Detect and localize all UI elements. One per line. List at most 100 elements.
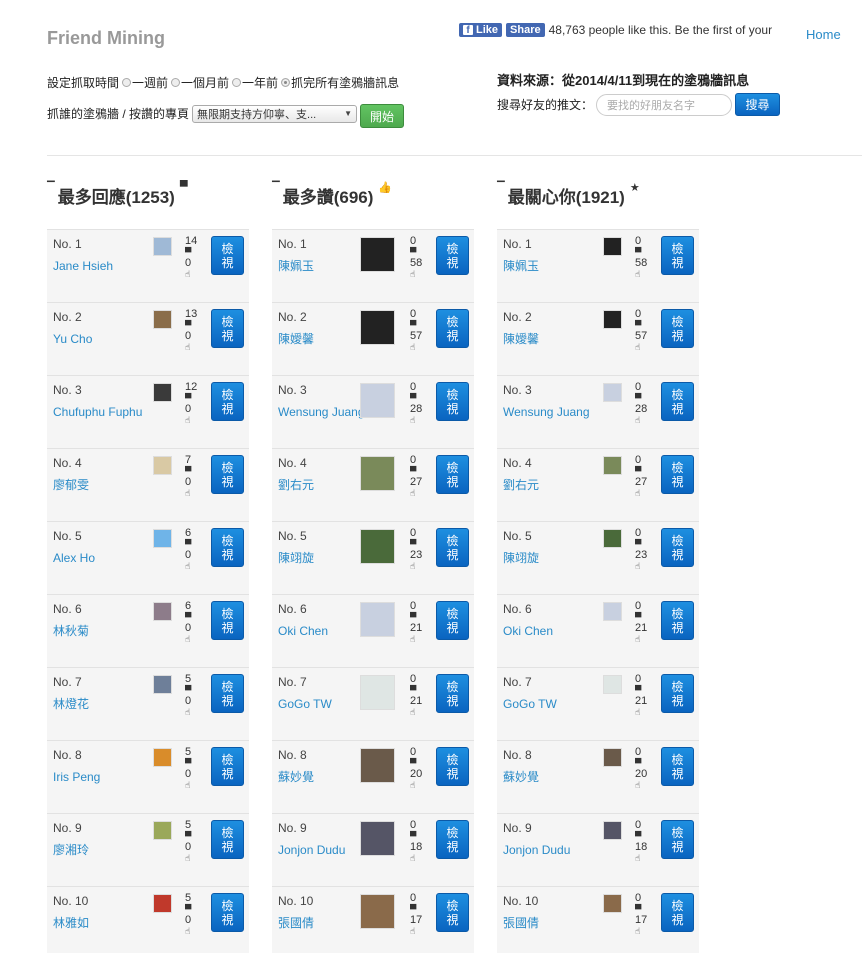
stats: 0 ▀ 21 ☝ [410, 673, 430, 717]
view-button[interactable]: 檢視 [211, 236, 244, 275]
like-count: 17 [635, 914, 648, 926]
friend-name-link[interactable]: 張國倩 [503, 916, 593, 931]
stats: 14 ▀ 0 ☝ [185, 235, 205, 279]
view-button[interactable]: 檢視 [211, 674, 244, 713]
view-button[interactable]: 檢視 [436, 820, 469, 859]
thumbs-up-icon: ☝ [410, 415, 416, 425]
friend-name-link[interactable]: Wensung Juang [278, 405, 368, 420]
friend-name-link[interactable]: 廖湘玲 [53, 843, 143, 858]
like-count: 21 [635, 695, 648, 707]
facebook-share-button[interactable]: Share [506, 23, 545, 37]
start-button[interactable]: 開始 [360, 104, 405, 128]
friend-name-link[interactable]: 林雅如 [53, 916, 143, 931]
comment-count: 0 [410, 600, 417, 612]
friend-name-link[interactable]: Alex Ho [53, 551, 143, 566]
view-button[interactable]: 檢視 [211, 747, 244, 786]
list-item: No. 9 廖湘玲 5 ▀ 0 ☝ 檢視 [47, 813, 249, 886]
avatar [360, 456, 395, 491]
search-input[interactable]: 要找的好朋友名字 [596, 93, 733, 116]
rank-number: No. 6 [278, 602, 307, 616]
radio-month-label: 一個月前 [181, 76, 230, 90]
view-button[interactable]: 檢視 [661, 893, 694, 932]
friend-name-link[interactable]: 劉右元 [503, 478, 593, 493]
list-item: No. 8 Iris Peng 5 ▀ 0 ☝ 檢視 [47, 740, 249, 813]
friend-name-link[interactable]: Jonjon Dudu [503, 843, 593, 858]
friend-name-link[interactable]: 陳翊旋 [503, 551, 593, 566]
view-button[interactable]: 檢視 [661, 601, 694, 640]
view-button[interactable]: 檢視 [661, 674, 694, 713]
avatar [603, 894, 622, 913]
friend-name-link[interactable]: Oki Chen [278, 624, 368, 639]
radio-all[interactable] [281, 78, 291, 87]
view-button[interactable]: 檢視 [436, 747, 469, 786]
friend-name-link[interactable]: 陳姵玉 [278, 259, 368, 274]
stats: 5 ▀ 0 ☝ [185, 673, 205, 717]
brand-title[interactable]: Friend Mining [47, 28, 165, 49]
view-button[interactable]: 檢視 [661, 382, 694, 421]
friend-name-link[interactable]: 陳翊旋 [278, 551, 368, 566]
friend-name-link[interactable]: Yu Cho [53, 332, 143, 347]
stats: 0 ▀ 20 ☝ [410, 746, 430, 790]
view-button[interactable]: 檢視 [661, 820, 694, 859]
friend-name-link[interactable]: 林秋菊 [53, 624, 143, 639]
friend-name-link[interactable]: Wensung Juang [503, 405, 593, 420]
rank-number: No. 5 [53, 529, 82, 543]
friend-name-link[interactable]: GoGo TW [278, 697, 368, 712]
view-button[interactable]: 檢視 [436, 674, 469, 713]
view-button[interactable]: 檢視 [661, 747, 694, 786]
friend-name-link[interactable]: Jane Hsieh [53, 259, 143, 274]
radio-year[interactable] [232, 78, 242, 87]
view-button[interactable]: 檢視 [661, 309, 694, 348]
friend-name-link[interactable]: Chufuphu Fuphu [53, 405, 143, 420]
friend-name-link[interactable]: 蘇妙覺 [278, 770, 368, 785]
view-button[interactable]: 檢視 [211, 309, 244, 348]
comment-count: 0 [635, 381, 642, 393]
target-select[interactable]: 無限期支持方仰寧、支... ▼ [192, 104, 358, 123]
comment-count: 0 [635, 235, 642, 247]
friend-name-link[interactable]: 廖郁雯 [53, 478, 143, 493]
radio-week-label: 一週前 [132, 76, 169, 90]
view-button[interactable]: 檢視 [436, 236, 469, 275]
view-button[interactable]: 檢視 [436, 309, 469, 348]
view-button[interactable]: 檢視 [436, 601, 469, 640]
view-button[interactable]: 檢視 [436, 455, 469, 494]
friend-name-link[interactable]: Jonjon Dudu [278, 843, 368, 858]
view-button[interactable]: 檢視 [661, 528, 694, 567]
rank-number: No. 4 [503, 456, 532, 470]
friend-name-link[interactable]: 陳姵玉 [503, 259, 593, 274]
friend-name-link[interactable]: 張國倩 [278, 916, 368, 931]
target-select-value: 無限期支持方仰寧、支... [197, 108, 317, 121]
comment-icon: ▀ [185, 247, 192, 257]
comment-icon: ▀ [185, 831, 192, 841]
view-button[interactable]: 檢視 [661, 455, 694, 494]
friend-name-link[interactable]: 陳嬡馨 [278, 332, 368, 347]
friend-name-link[interactable]: 劉右元 [278, 478, 368, 493]
stats: 0 ▀ 27 ☝ [635, 454, 655, 498]
facebook-like-button[interactable]: f Like [459, 23, 503, 37]
friend-name-link[interactable]: Oki Chen [503, 624, 593, 639]
search-button[interactable]: 搜尋 [735, 93, 781, 116]
view-button[interactable]: 檢視 [211, 893, 244, 932]
view-button[interactable]: 檢視 [436, 528, 469, 567]
view-button[interactable]: 檢視 [211, 601, 244, 640]
thumbs-up-icon: ☝ [185, 342, 191, 352]
comment-icon: ▀ [635, 904, 642, 914]
comment-count: 0 [410, 673, 417, 685]
friend-name-link[interactable]: 林燈花 [53, 697, 143, 712]
view-button[interactable]: 檢視 [661, 236, 694, 275]
view-button[interactable]: 檢視 [211, 820, 244, 859]
view-button[interactable]: 檢視 [211, 455, 244, 494]
friend-name-link[interactable]: GoGo TW [503, 697, 593, 712]
friend-name-link[interactable]: 陳嬡馨 [503, 332, 593, 347]
view-button[interactable]: 檢視 [211, 528, 244, 567]
view-button[interactable]: 檢視 [436, 382, 469, 421]
radio-month[interactable] [171, 78, 181, 87]
thumbs-up-icon: ☝ [635, 415, 641, 425]
avatar [153, 675, 172, 694]
friend-name-link[interactable]: 蘇妙覺 [503, 770, 593, 785]
nav-home-link[interactable]: Home [806, 27, 841, 42]
friend-name-link[interactable]: Iris Peng [53, 770, 143, 785]
view-button[interactable]: 檢視 [211, 382, 244, 421]
radio-week[interactable] [122, 78, 132, 87]
view-button[interactable]: 檢視 [436, 893, 469, 932]
